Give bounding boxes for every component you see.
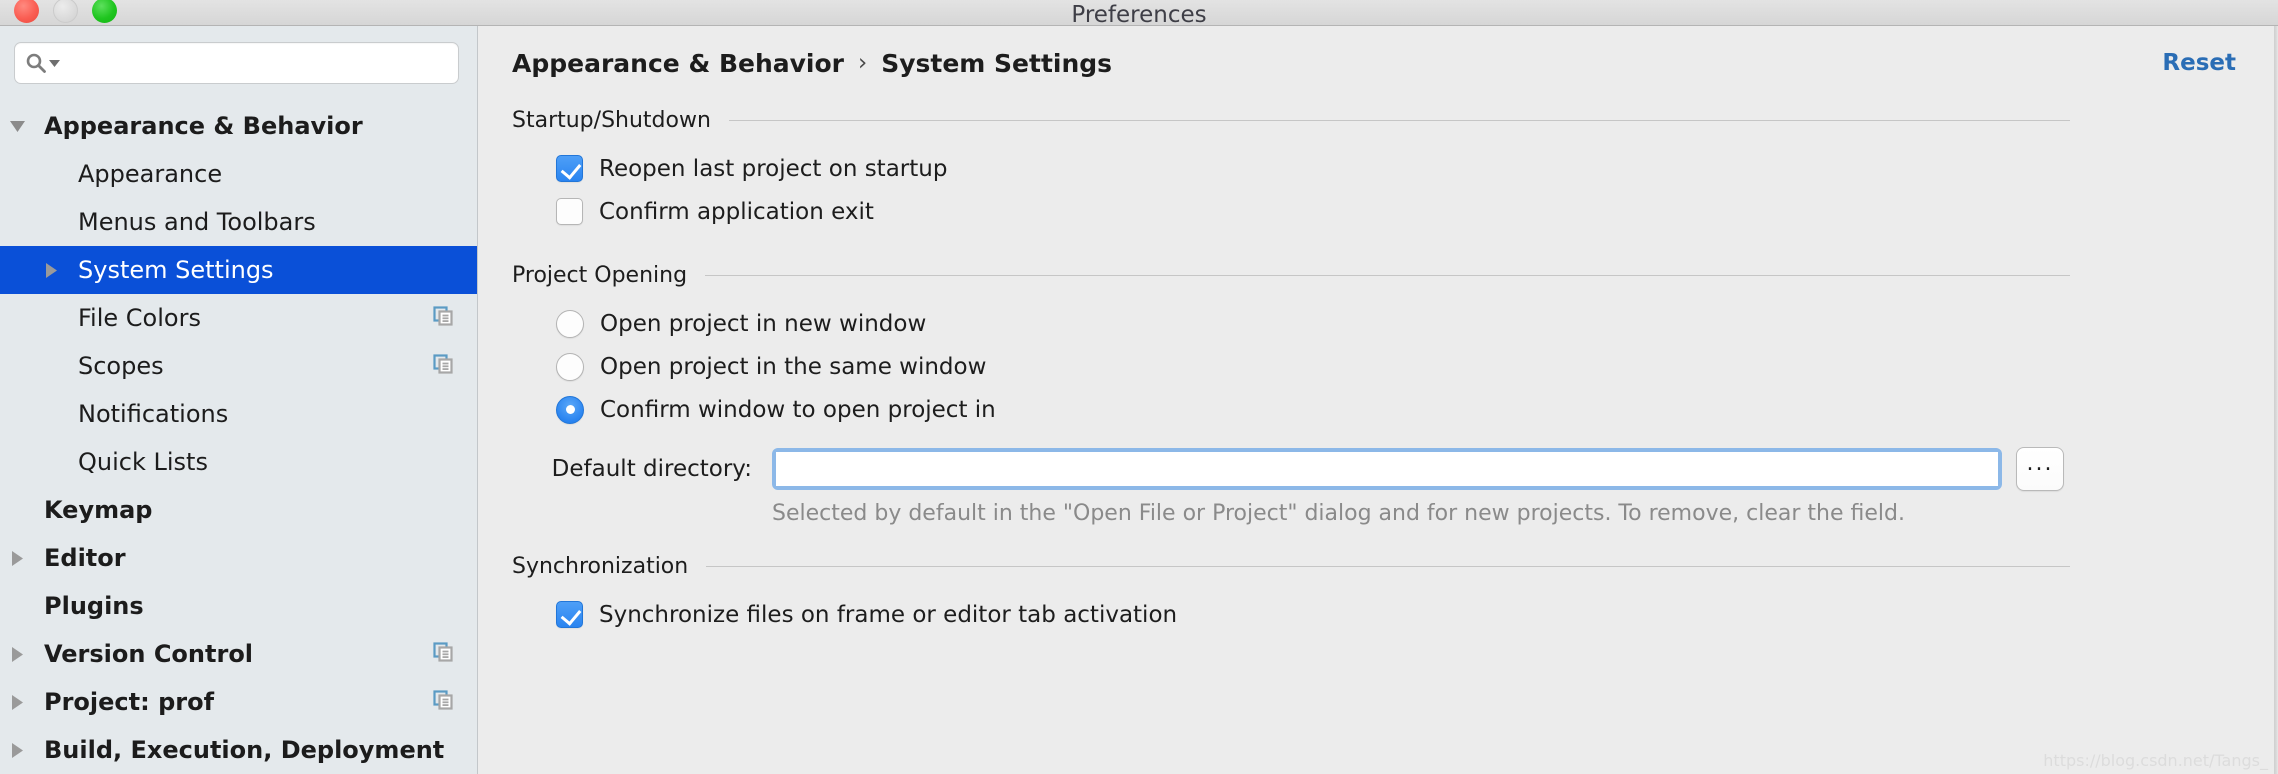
content-header: Appearance & Behavior › System Settings …	[478, 26, 2278, 82]
checkbox-reopen-last-project[interactable]	[556, 155, 583, 182]
radio-row-confirm-window[interactable]: Confirm window to open project in	[478, 388, 2278, 431]
search-icon	[25, 52, 47, 74]
checkbox-row-synchronize-files[interactable]: Synchronize files on frame or editor tab…	[478, 593, 2278, 636]
watermark: https://blog.csdn.net/Tangs_	[2043, 751, 2268, 770]
default-directory-hint: Selected by default in the "Open File or…	[478, 501, 2278, 526]
group-header-synchronization: Synchronization	[478, 554, 2278, 579]
copy-icon	[431, 304, 455, 328]
sidebar-item-editor[interactable]: Editor	[0, 534, 477, 582]
checkbox-label-reopen-last-project: Reopen last project on startup	[599, 156, 947, 182]
sidebar-item-project-prof[interactable]: Project: prof	[0, 678, 477, 726]
sidebar-item-label: Appearance & Behavior	[44, 112, 363, 140]
sidebar-item-label: Menus and Toolbars	[78, 208, 316, 236]
copy-settings-icon[interactable]	[431, 688, 455, 716]
sidebar-item-appearance[interactable]: Appearance	[0, 150, 477, 198]
radio-row-open-same-window[interactable]: Open project in the same window	[478, 345, 2278, 388]
sidebar-item-label: Scopes	[78, 352, 164, 380]
sidebar-item-build-execution-deployment[interactable]: Build, Execution, Deployment	[0, 726, 477, 774]
breadcrumb: Appearance & Behavior › System Settings	[512, 49, 1112, 78]
default-directory-input[interactable]	[776, 452, 1998, 486]
sidebar-item-label: Editor	[44, 544, 126, 572]
sidebar-item-scopes[interactable]: Scopes	[0, 342, 477, 390]
radio-label-confirm-window: Confirm window to open project in	[600, 397, 996, 423]
checkbox-label-confirm-application-exit: Confirm application exit	[599, 199, 874, 225]
radio-open-same-window[interactable]	[556, 353, 584, 381]
group-divider	[705, 275, 2070, 276]
reset-link[interactable]: Reset	[2162, 50, 2250, 76]
checkbox-synchronize-files[interactable]	[556, 601, 583, 628]
twisty-expanded-icon[interactable]	[0, 119, 34, 133]
sidebar-item-plugins[interactable]: Plugins	[0, 582, 477, 630]
sidebar-item-version-control[interactable]: Version Control	[0, 630, 477, 678]
default-directory-row: Default directory: ...	[478, 447, 2278, 491]
sidebar-item-quick-lists[interactable]: Quick Lists	[0, 438, 477, 486]
twisty-collapsed-icon[interactable]	[34, 262, 68, 279]
copy-settings-icon[interactable]	[431, 304, 455, 332]
search-input[interactable]	[66, 43, 448, 83]
search-box[interactable]	[14, 42, 459, 84]
copy-settings-icon[interactable]	[431, 352, 455, 380]
default-directory-label: Default directory:	[512, 456, 752, 482]
default-directory-focus-ring	[772, 448, 2002, 490]
radio-label-open-same-window: Open project in the same window	[600, 354, 986, 380]
twisty-collapsed-icon[interactable]	[0, 550, 34, 567]
sidebar-item-menus-and-toolbars[interactable]: Menus and Toolbars	[0, 198, 477, 246]
settings-tree: Appearance & Behavior Appearance Menus and…	[0, 102, 477, 774]
group-divider	[729, 120, 2070, 121]
group-title-synchronization: Synchronization	[512, 554, 688, 579]
window-body: Appearance & Behavior Appearance Menus and…	[0, 26, 2278, 774]
twisty-collapsed-icon[interactable]	[0, 742, 34, 759]
group-divider	[706, 566, 2070, 567]
sidebar-item-label: Notifications	[78, 400, 228, 428]
group-header-project-opening: Project Opening	[478, 263, 2278, 288]
preferences-window: Preferences Ap	[0, 0, 2278, 774]
group-title-project-opening: Project Opening	[512, 263, 687, 288]
breadcrumb-item-current: System Settings	[881, 49, 1112, 78]
window-titlebar: Preferences	[0, 0, 2278, 26]
sidebar-item-file-colors[interactable]: File Colors	[0, 294, 477, 342]
radio-open-new-window[interactable]	[556, 310, 584, 338]
settings-content: Appearance & Behavior › System Settings …	[478, 26, 2278, 774]
checkbox-row-confirm-application-exit[interactable]: Confirm application exit	[478, 190, 2278, 233]
chevron-down-icon	[49, 59, 60, 68]
sidebar-item-keymap[interactable]: Keymap	[0, 486, 477, 534]
breadcrumb-item-parent[interactable]: Appearance & Behavior	[512, 49, 844, 78]
browse-directory-button[interactable]: ...	[2016, 447, 2064, 491]
group-header-startup: Startup/Shutdown	[478, 108, 2278, 133]
search-container	[0, 26, 477, 84]
sidebar-item-label: File Colors	[78, 304, 201, 332]
sidebar-item-label: Appearance	[78, 160, 222, 188]
settings-panel: Startup/Shutdown Reopen last project on …	[478, 82, 2278, 636]
radio-label-open-new-window: Open project in new window	[600, 311, 926, 337]
settings-sidebar: Appearance & Behavior Appearance Menus and…	[0, 26, 478, 774]
radio-row-open-new-window[interactable]: Open project in new window	[478, 302, 2278, 345]
search-icon-group[interactable]	[25, 52, 60, 74]
sidebar-item-notifications[interactable]: Notifications	[0, 390, 477, 438]
sidebar-item-label: Keymap	[44, 496, 152, 524]
sidebar-item-label: Quick Lists	[78, 448, 208, 476]
sidebar-item-label: System Settings	[78, 256, 274, 284]
sidebar-item-label: Version Control	[44, 640, 253, 668]
checkbox-row-reopen-last-project[interactable]: Reopen last project on startup	[478, 147, 2278, 190]
copy-icon	[431, 688, 455, 712]
window-title: Preferences	[0, 2, 2278, 28]
radio-confirm-window[interactable]	[556, 396, 584, 424]
sidebar-item-label: Build, Execution, Deployment	[44, 736, 444, 764]
twisty-collapsed-icon[interactable]	[0, 646, 34, 663]
breadcrumb-separator-icon: ›	[858, 50, 867, 76]
copy-icon	[431, 352, 455, 376]
group-title-startup: Startup/Shutdown	[512, 108, 711, 133]
sidebar-item-system-settings[interactable]: System Settings	[0, 246, 477, 294]
twisty-collapsed-icon[interactable]	[0, 694, 34, 711]
checkbox-confirm-application-exit[interactable]	[556, 198, 583, 225]
checkbox-label-synchronize-files: Synchronize files on frame or editor tab…	[599, 602, 1177, 628]
sidebar-item-label: Plugins	[44, 592, 144, 620]
sidebar-item-appearance-behavior[interactable]: Appearance & Behavior	[0, 102, 477, 150]
sidebar-item-label: Project: prof	[44, 688, 214, 716]
copy-icon	[431, 640, 455, 664]
copy-settings-icon[interactable]	[431, 640, 455, 668]
